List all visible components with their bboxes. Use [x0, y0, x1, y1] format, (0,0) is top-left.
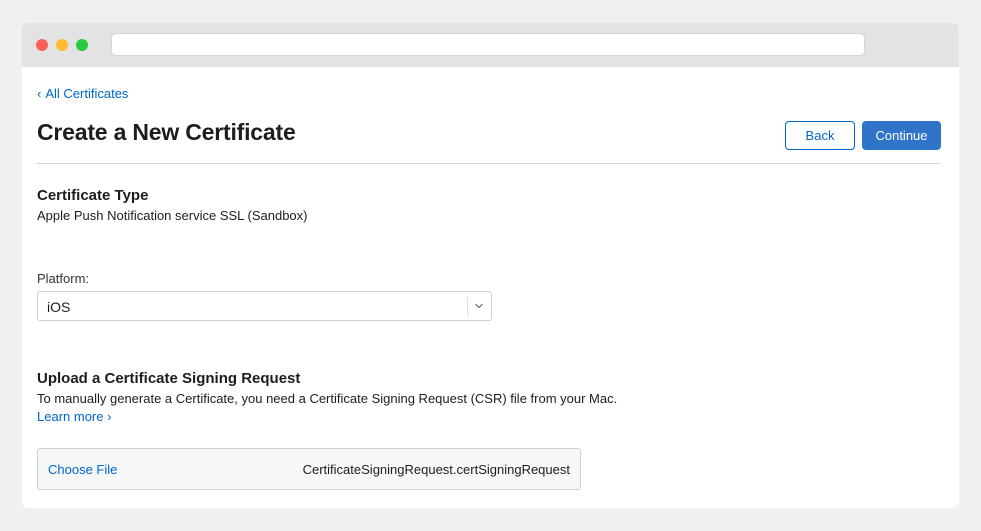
browser-window: ‹ All Certificates Create a New Certifica…	[22, 23, 959, 508]
file-upload-field: Choose File CertificateSigningRequest.ce…	[37, 448, 581, 490]
certificate-type-heading: Certificate Type	[37, 187, 149, 204]
choose-file-button[interactable]: Choose File	[48, 462, 117, 477]
chevron-left-icon: ‹	[37, 86, 42, 101]
platform-select[interactable]: iOS	[37, 291, 492, 321]
chevron-down-icon	[475, 303, 483, 309]
platform-label: Platform:	[37, 271, 90, 286]
all-certificates-label: All Certificates	[45, 86, 129, 101]
upload-csr-description: To manually generate a Certificate, you …	[37, 391, 618, 406]
certificate-type-value: Apple Push Notification service SSL (San…	[37, 208, 308, 223]
platform-select-value: iOS	[47, 299, 71, 315]
header-divider	[37, 163, 941, 164]
learn-more-link[interactable]: Learn more ›	[37, 409, 111, 424]
title-bar	[22, 23, 959, 67]
continue-button[interactable]: Continue	[862, 121, 941, 150]
zoom-window-button[interactable]	[76, 39, 88, 51]
back-button[interactable]: Back	[785, 121, 855, 150]
selected-file-name: CertificateSigningRequest.certSigningReq…	[302, 462, 570, 477]
page-title: Create a New Certificate	[37, 119, 296, 145]
close-window-button[interactable]	[36, 39, 48, 51]
upload-csr-heading: Upload a Certificate Signing Request	[37, 370, 301, 387]
minimize-window-button[interactable]	[56, 39, 68, 51]
all-certificates-link[interactable]: ‹ All Certificates	[37, 86, 128, 101]
address-bar[interactable]	[111, 33, 865, 56]
select-divider	[467, 297, 468, 315]
